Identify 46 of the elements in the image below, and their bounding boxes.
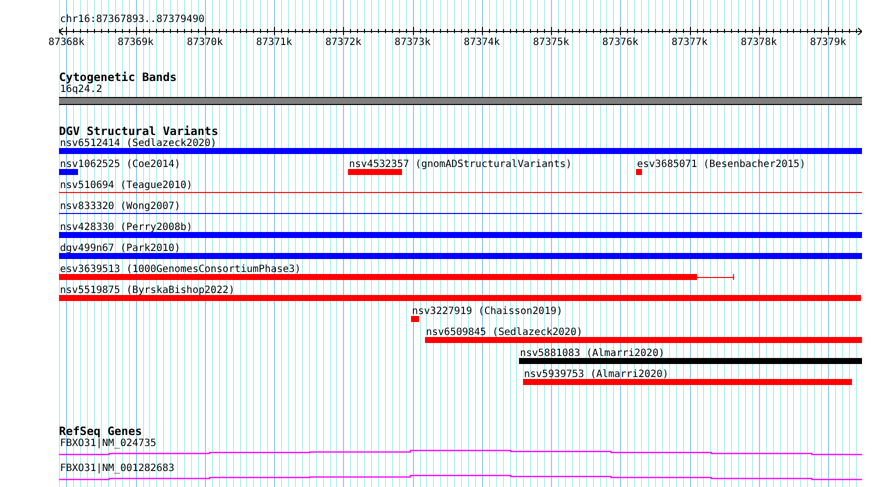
track-title: RefSeq Genes bbox=[59, 425, 142, 437]
track-title: DGV Structural Variants bbox=[59, 125, 218, 137]
ruler-tick-label: 87369k bbox=[118, 37, 154, 48]
ruler-tick-label: 87375k bbox=[533, 37, 570, 48]
variant-label: nsv5939753 (Almarri2020) bbox=[524, 369, 668, 380]
variant-label: nsv5881083 (Almarri2020) bbox=[520, 348, 664, 359]
variant-label: nsv5519875 (ByrskaBishop2022) bbox=[60, 285, 235, 296]
ruler-tick-label: 87379k bbox=[810, 37, 846, 48]
ruler-tick-label: 87378k bbox=[740, 37, 777, 48]
variant-bar[interactable] bbox=[59, 274, 697, 280]
variant-bar[interactable] bbox=[348, 169, 402, 175]
variant-label: nsv428330 (Perry2008b) bbox=[60, 222, 192, 233]
variant-bar[interactable] bbox=[425, 337, 862, 343]
variant-label: dgv499n67 (Park2010) bbox=[60, 243, 180, 254]
band-label: 16q24.2 bbox=[60, 84, 102, 95]
variant-tail bbox=[696, 274, 735, 280]
variant-label: nsv510694 (Teague2010) bbox=[60, 180, 192, 191]
variant-bar[interactable] bbox=[59, 295, 861, 301]
variant-label: nsv833320 (Wong2007) bbox=[60, 201, 180, 212]
variant-bar[interactable] bbox=[59, 169, 78, 175]
variant-label: esv3639513 (1000GenomesConsortiumPhase3) bbox=[60, 264, 301, 275]
ruler-tick-label: 87377k bbox=[672, 37, 708, 48]
gene-label: FBXO31|NM_001282683 bbox=[60, 463, 174, 474]
location-text: chr16:87367893..87379490 bbox=[60, 14, 204, 25]
variant-bar[interactable] bbox=[59, 253, 862, 259]
ruler-tick-label: 87370k bbox=[186, 37, 223, 48]
ruler-tick-label: 87373k bbox=[394, 37, 431, 48]
ruler-tick-label: 87372k bbox=[325, 37, 362, 48]
variant-bar[interactable] bbox=[519, 358, 862, 364]
variant-label: nsv4532357 (gnomADStructuralVariants) bbox=[349, 159, 572, 170]
variant-label: nsv6509845 (Sedlazeck2020) bbox=[426, 327, 583, 338]
variant-label: esv3685071 (Besenbacher2015) bbox=[637, 159, 806, 170]
variant-label: nsv6512414 (Sedlazeck2020) bbox=[60, 138, 217, 149]
ruler-tick-label: 87374k bbox=[464, 37, 500, 48]
variant-bar[interactable] bbox=[411, 316, 419, 322]
track-title: Cytogenetic Bands bbox=[59, 71, 177, 83]
variant-label: nsv3227919 (Chaisson2019) bbox=[412, 306, 563, 317]
ruler-tick-label: 87368k bbox=[48, 37, 84, 48]
ruler-tick-label: 87376k bbox=[602, 37, 638, 48]
gene-label: FBXO31|NM_024735 bbox=[60, 438, 156, 449]
variant-bar[interactable] bbox=[59, 232, 862, 238]
variant-bar[interactable] bbox=[523, 379, 852, 385]
variant-bar[interactable] bbox=[59, 148, 862, 154]
variant-bar[interactable] bbox=[636, 169, 642, 175]
variant-label: nsv1062525 (Coe2014) bbox=[60, 159, 180, 170]
ruler-tick-label: 87371k bbox=[256, 37, 292, 48]
